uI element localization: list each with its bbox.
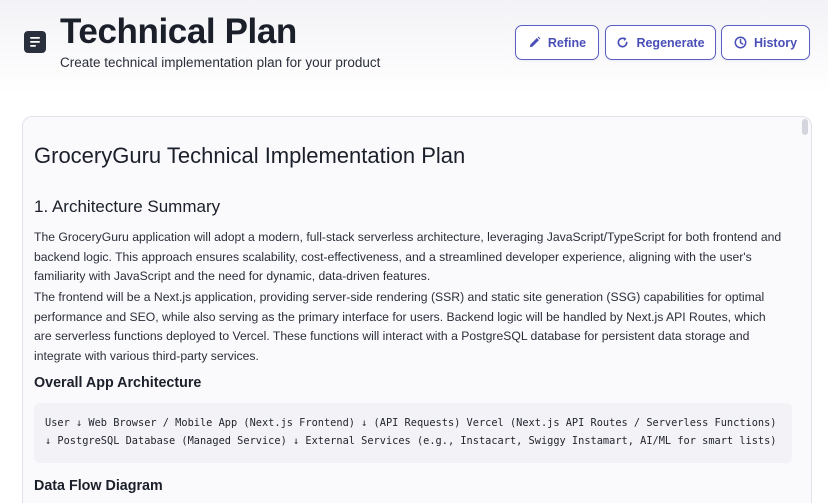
document-title: GroceryGuru Technical Implementation Pla…	[34, 143, 466, 168]
subheading-overall-architecture: Overall App Architecture	[34, 375, 202, 391]
refine-button[interactable]: Refine	[515, 25, 599, 60]
section-heading-architecture-summary: 1. Architecture Summary	[34, 197, 221, 216]
regenerate-label: Regenerate	[636, 35, 705, 50]
scrollbar-thumb[interactable]	[802, 119, 808, 135]
subheading-data-flow: Data Flow Diagram	[34, 478, 163, 494]
regenerate-button[interactable]: Regenerate	[605, 25, 716, 60]
history-button[interactable]: History	[721, 25, 810, 60]
page-header: Technical Plan Create technical implemen…	[0, 0, 828, 95]
pencil-icon	[528, 36, 541, 49]
refresh-icon	[616, 36, 629, 49]
code-block: User ↓ Web Browser / Mobile App (Next.js…	[34, 403, 792, 463]
history-label: History	[753, 35, 798, 50]
paragraph: The frontend will be a Next.js applicati…	[34, 290, 766, 363]
clock-icon	[734, 36, 747, 49]
paragraph: The GroceryGuru application will adopt a…	[34, 230, 782, 283]
refine-label: Refine	[547, 35, 587, 50]
plan-document-panel[interactable]: GroceryGuru Technical Implementation Pla…	[22, 116, 812, 503]
toolbar: Refine Regenerate History	[0, 25, 828, 61]
